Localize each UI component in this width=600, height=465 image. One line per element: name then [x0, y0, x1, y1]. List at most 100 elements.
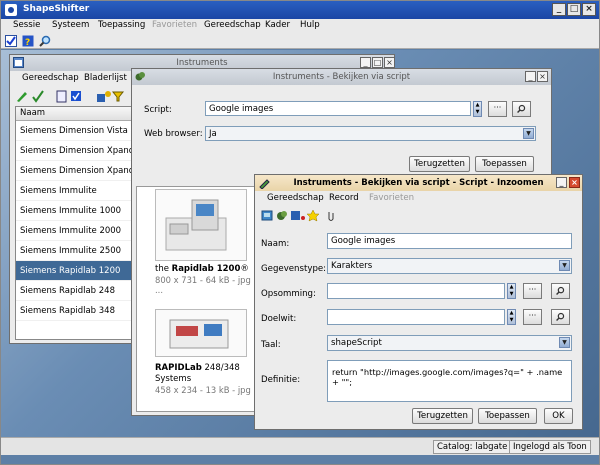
instruments-toolbar-icons[interactable]: [15, 89, 125, 103]
status-bar: Catalog: labgate Ingelogd als Toon: [1, 437, 599, 455]
close-icon[interactable]: ×: [537, 71, 548, 82]
search-icon[interactable]: [39, 35, 51, 47]
menu-toepassing[interactable]: Toepassing: [98, 20, 145, 30]
menu-sessie[interactable]: Sessie: [13, 20, 40, 30]
script-field[interactable]: Google images: [205, 101, 471, 116]
leaves-icon: [135, 72, 145, 81]
caption-text: the: [155, 264, 172, 274]
script-label: Script:: [144, 105, 172, 115]
lang-select[interactable]: shapeScript ▼: [327, 335, 572, 351]
checkmark-icon[interactable]: [5, 35, 17, 47]
minimize-icon[interactable]: _: [556, 177, 567, 188]
enum-more-button[interactable]: ···: [523, 283, 542, 299]
app-menubar: Sessie Systeem Toepassing Favorieten Ger…: [1, 19, 599, 33]
browser-value: Ja: [209, 129, 217, 139]
close-icon[interactable]: ×: [582, 3, 596, 16]
list-item[interactable]: Siemens Dimension Vista 30: [16, 121, 134, 141]
menu-systeem[interactable]: Systeem: [52, 20, 89, 30]
instruments-title: Instruments: [176, 58, 228, 68]
target-search-icon[interactable]: [551, 309, 570, 325]
caption-bold: RAPIDLab: [155, 363, 202, 373]
target-label: Doelwit:: [261, 314, 297, 324]
list-item[interactable]: Siemens Immulite 2000: [16, 221, 134, 241]
caption-text: Systems: [155, 374, 192, 384]
apply-button[interactable]: Toepassen: [478, 408, 537, 424]
enum-spinner[interactable]: ▲ ▼: [507, 283, 516, 299]
browser-label: Web browser:: [144, 129, 203, 139]
name-field[interactable]: Google images: [327, 233, 572, 249]
list-item[interactable]: Siemens Rapidlab 248: [16, 281, 134, 301]
list-item[interactable]: Siemens Immulite 2500: [16, 241, 134, 261]
zoom-menubar: Gereedschap Record Favorieten: [255, 192, 582, 205]
result-ellipsis: ...: [155, 285, 163, 295]
enum-search-icon[interactable]: [551, 283, 570, 299]
pencil-icon: [259, 179, 270, 189]
result-image[interactable]: [155, 189, 247, 261]
chevron-down-icon: ▼: [559, 260, 570, 271]
definition-textarea[interactable]: return "http://images.google.com/images?…: [327, 360, 572, 402]
target-spinner[interactable]: ▲ ▼: [507, 309, 516, 325]
chevron-down-icon: ▼: [559, 337, 570, 348]
menu-gereedschap[interactable]: Gereedschap: [204, 20, 261, 30]
close-icon[interactable]: ×: [384, 57, 395, 68]
menu-gereedschap[interactable]: Gereedschap: [22, 73, 79, 83]
list-item-selected[interactable]: Siemens Rapidlab 1200: [16, 261, 134, 281]
script-search-icon[interactable]: [512, 101, 531, 117]
chevron-down-icon: ▼: [523, 128, 534, 139]
minimize-icon[interactable]: _: [525, 71, 536, 82]
datatype-select[interactable]: Karakters ▼: [327, 258, 572, 274]
zoom-title: Instruments - Bekijken via script - Scri…: [293, 178, 544, 188]
list-header-naam[interactable]: Naam: [16, 107, 134, 121]
enum-field[interactable]: [327, 283, 505, 299]
menu-bladerlijst[interactable]: Bladerlijst: [84, 73, 127, 83]
login-status: Ingelogd als Toon: [509, 440, 591, 454]
zoom-window: Instruments - Bekijken via script - Scri…: [254, 174, 583, 430]
list-item[interactable]: Siemens Rapidlab 348: [16, 301, 134, 321]
menu-hulp[interactable]: Hulp: [300, 20, 320, 30]
window-icon: [13, 57, 24, 68]
enum-label: Opsomming:: [261, 289, 316, 299]
zoom-title-bar: Instruments - Bekijken via script - Scri…: [255, 175, 582, 191]
target-more-button[interactable]: ···: [523, 309, 542, 325]
definition-label: Definitie:: [261, 375, 301, 385]
result-caption[interactable]: the Rapidlab 1200®: [155, 264, 259, 275]
list-item[interactable]: Siemens Dimension Xpand P: [16, 161, 134, 181]
maximize-icon[interactable]: □: [372, 57, 383, 68]
reset-button[interactable]: Terugzetten: [409, 156, 470, 172]
list-item[interactable]: Siemens Dimension Xpand: [16, 141, 134, 161]
minimize-icon[interactable]: _: [360, 57, 371, 68]
result-image[interactable]: [155, 309, 247, 357]
reset-button[interactable]: Terugzetten: [412, 408, 473, 424]
shapeshifter-app: ShapeShifter _ □ × Sessie Systeem Toepas…: [0, 0, 600, 465]
datatype-label: Gegevenstype:: [261, 264, 327, 274]
list-item[interactable]: Siemens Immulite: [16, 181, 134, 201]
caption-text: 248/348: [201, 363, 240, 373]
lang-label: Taal:: [261, 340, 281, 350]
minimize-icon[interactable]: _: [552, 3, 566, 16]
maximize-icon[interactable]: □: [567, 3, 581, 16]
result-meta: 458 x 234 - 13 kB - jpg: [155, 385, 251, 395]
app-toolbar: ?: [1, 33, 599, 49]
menu-kader[interactable]: Kader: [265, 20, 290, 30]
menu-gereedschap[interactable]: Gereedschap: [267, 193, 324, 203]
script-view-title: Instruments - Bekijken via script: [272, 72, 411, 82]
menu-favorieten[interactable]: Favorieten: [369, 193, 414, 203]
target-field[interactable]: [327, 309, 505, 325]
instruments-list: Naam Siemens Dimension Vista 30 Siemens …: [15, 106, 135, 340]
lang-value: shapeScript: [331, 338, 382, 348]
menu-favorieten[interactable]: Favorieten: [152, 20, 197, 30]
apply-button[interactable]: Toepassen: [475, 156, 534, 172]
list-item[interactable]: Siemens Immulite 1000: [16, 201, 134, 221]
svg-text:?: ?: [25, 38, 30, 47]
close-icon[interactable]: ×: [569, 177, 580, 188]
help-icon[interactable]: ?: [22, 35, 34, 47]
result-caption[interactable]: RAPIDLab 248/348 Systems: [155, 363, 259, 385]
browser-select[interactable]: Ja ▼: [205, 126, 536, 141]
app-logo-icon: [5, 4, 17, 16]
zoom-toolbar-icons[interactable]: [261, 209, 341, 222]
result-meta: 800 x 731 - 64 kB - jpg: [155, 275, 251, 285]
script-more-button[interactable]: ···: [488, 101, 507, 117]
menu-record[interactable]: Record: [329, 193, 359, 203]
script-spinner[interactable]: ▲ ▼: [473, 101, 482, 117]
ok-button[interactable]: OK: [544, 408, 573, 424]
